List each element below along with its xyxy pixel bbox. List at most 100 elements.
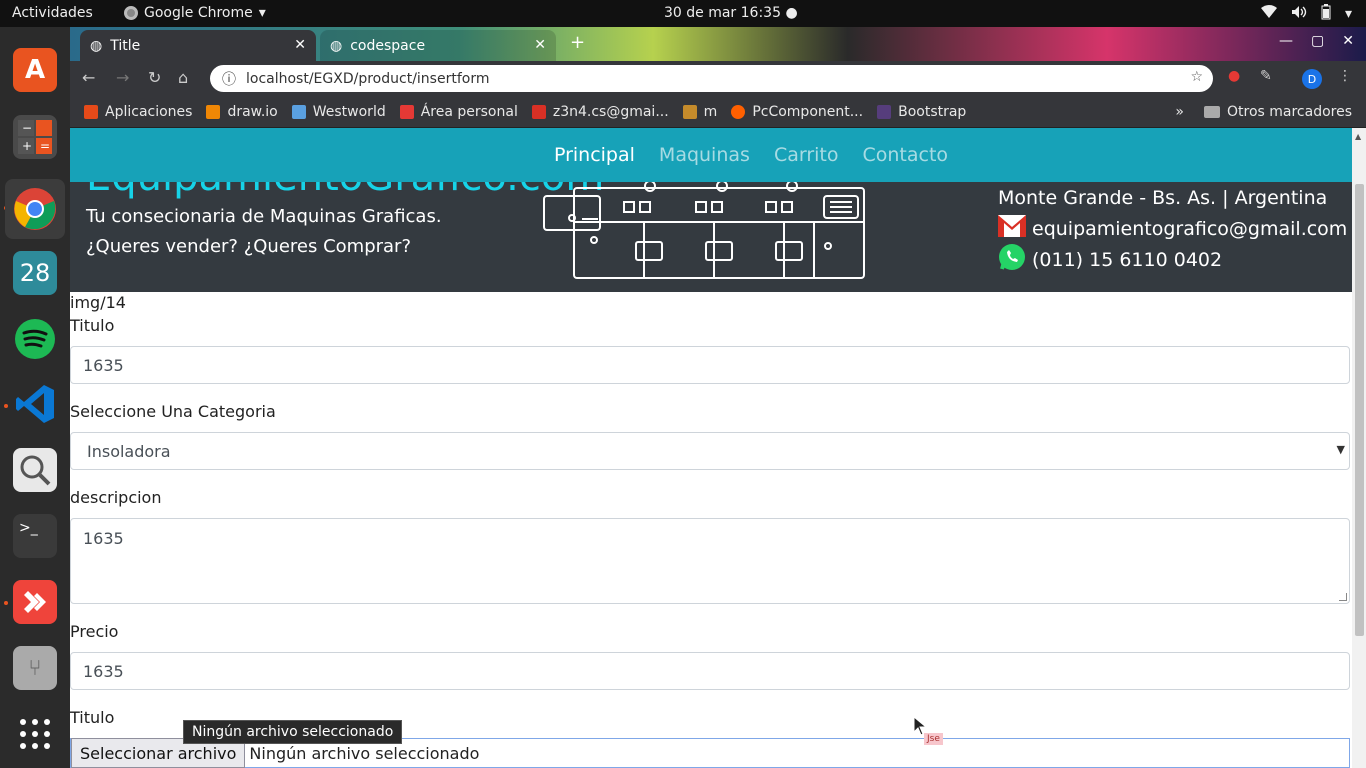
reload-icon[interactable]: ↻	[148, 68, 161, 87]
minimize-icon[interactable]: —	[1279, 33, 1293, 49]
scrollbar-thumb[interactable]	[1355, 184, 1364, 636]
browser-toolbar: ← → ↻ ⌂ ⓘ localhost/EGXD/product/insertf…	[70, 61, 1366, 96]
system-tray[interactable]: ▾	[1260, 4, 1352, 24]
activities-button[interactable]: Actividades	[12, 5, 93, 21]
chrome-icon[interactable]	[5, 179, 65, 239]
bookmark-label: Westworld	[312, 103, 386, 120]
svg-text:−: −	[22, 121, 32, 135]
tab-strip: ◍ Title ✕ ◍ codespace ✕ + — ▢ ✕	[70, 27, 1366, 61]
nav-carrito[interactable]: Carrito	[774, 144, 839, 166]
svg-text:+: +	[22, 139, 32, 153]
tab-title[interactable]: ◍ Title ✕	[80, 30, 316, 61]
email-link[interactable]: equipamientografico@gmail.com	[1032, 218, 1347, 240]
bookmarks-bar: Aplicaciones draw.io Westworld Área pers…	[70, 96, 1366, 128]
url-text: localhost/EGXD/product/insertform	[246, 70, 490, 87]
bootstrap-icon	[877, 104, 892, 119]
calendar-day: 28	[19, 259, 51, 287]
bookmark-westworld[interactable]: Westworld	[291, 103, 386, 120]
site-navbar: Principal Maquinas Carrito Contacto	[70, 128, 1352, 182]
forward-icon[interactable]: →	[116, 68, 129, 87]
search-icon[interactable]	[13, 448, 57, 492]
gmail-icon	[998, 215, 1026, 242]
precio-value: 1635	[83, 661, 124, 681]
spotify-icon[interactable]	[13, 317, 57, 361]
bookmark-area-personal[interactable]: Área personal	[399, 104, 518, 120]
close-window-icon[interactable]: ✕	[1342, 33, 1354, 49]
calculator-icon[interactable]: − + =	[13, 115, 57, 159]
tab-codespace[interactable]: ◍ codespace ✕	[320, 30, 556, 61]
precio-input[interactable]: 1635	[70, 652, 1350, 690]
categoria-value: Insoladora	[87, 441, 171, 461]
apps-grid-icon[interactable]	[13, 712, 57, 756]
profile-avatar[interactable]: D	[1302, 69, 1322, 89]
descripcion-textarea[interactable]: 1635	[70, 518, 1350, 604]
chrome-small-icon	[124, 6, 138, 20]
address-bar[interactable]: ⓘ localhost/EGXD/product/insertform ☆	[210, 65, 1213, 92]
resize-handle-icon[interactable]	[1339, 593, 1347, 601]
vscode-icon[interactable]	[13, 382, 57, 426]
home-icon[interactable]: ⌂	[178, 68, 188, 87]
new-tab-button[interactable]: +	[570, 32, 585, 53]
window-controls: — ▢ ✕	[1279, 33, 1354, 49]
pccomponentes-icon	[731, 104, 746, 119]
close-icon[interactable]: ✕	[534, 37, 546, 53]
bookmark-drawio[interactable]: draw.io	[206, 103, 278, 120]
app-menu[interactable]: Google Chrome ▾	[124, 5, 266, 21]
app-menu-label: Google Chrome	[144, 5, 253, 21]
menu-icon[interactable]: ⋮	[1338, 68, 1352, 84]
nav-maquinas[interactable]: Maquinas	[659, 144, 750, 166]
code-icon	[399, 104, 414, 119]
descripcion-label: descripcion	[70, 488, 162, 507]
chevron-down-icon: ▼	[1336, 443, 1345, 456]
westworld-icon	[291, 104, 306, 119]
precio-label: Precio	[70, 622, 119, 641]
globe-icon: ◍	[90, 37, 103, 54]
phone-link[interactable]: (011) 15 6110 0402	[1032, 249, 1222, 271]
clock[interactable]: 30 de mar 16:35 ●	[664, 5, 798, 21]
cursor-badge: Jse	[924, 733, 943, 745]
globe-icon: ◍	[330, 37, 343, 54]
maximize-icon[interactable]: ▢	[1311, 33, 1324, 49]
more-bookmarks-button[interactable]: »	[1175, 104, 1184, 120]
tagline: Tu consecionaria de Maquinas Graficas.	[86, 206, 442, 227]
bookmark-pccomponentes[interactable]: PcComponent...	[731, 104, 863, 120]
categoria-select[interactable]: Insoladora ▼	[70, 432, 1350, 470]
drawio-icon	[206, 104, 221, 119]
usb-icon[interactable]: ⑂	[13, 646, 57, 690]
notification-dot-icon: ●	[785, 5, 798, 21]
tab-label: codespace	[350, 37, 426, 54]
folder-icon	[1203, 106, 1220, 118]
close-icon[interactable]: ✕	[294, 37, 306, 53]
titulo-input[interactable]: 1635	[70, 346, 1350, 384]
calendar-icon[interactable]: 28	[13, 251, 57, 295]
terminal-icon[interactable]: >_	[13, 514, 57, 558]
system-top-bar: Actividades Google Chrome ▾ 30 de mar 16…	[0, 0, 1366, 27]
bookmark-label: Aplicaciones	[105, 103, 193, 120]
chrome-window: ◍ Title ✕ ◍ codespace ✕ + — ▢ ✕ ← → ↻ ⌂ …	[70, 27, 1366, 768]
bookmark-label: PcComponent...	[752, 103, 864, 120]
whatsapp-icon	[998, 243, 1026, 276]
ubuntu-software-icon[interactable]: A	[13, 48, 57, 92]
clock-label: 30 de mar 16:35	[664, 5, 781, 21]
bookmark-apps[interactable]: Aplicaciones	[84, 104, 192, 120]
bookmark-star-icon[interactable]: ☆	[1190, 69, 1203, 85]
bookmark-bootstrap[interactable]: Bootstrap	[877, 104, 966, 120]
extension-pen-icon[interactable]: ✎	[1260, 68, 1272, 84]
bookmark-gmail[interactable]: z3n4.cs@gmai...	[531, 104, 669, 120]
apps-icon	[84, 104, 98, 119]
nav-principal[interactable]: Principal	[554, 144, 635, 166]
other-bookmarks[interactable]: Otros marcadores	[1203, 104, 1352, 120]
bookmark-label: draw.io	[227, 103, 278, 120]
extension-red-icon[interactable]: ●	[1228, 68, 1240, 84]
categoria-label: Seleccione Una Categoria	[70, 402, 276, 421]
nav-contacto[interactable]: Contacto	[863, 144, 949, 166]
tagline-question: ¿Queres vender? ¿Queres Comprar?	[86, 236, 412, 257]
bookmark-label: m	[703, 103, 718, 120]
back-icon[interactable]: ←	[82, 68, 95, 87]
bookmark-m[interactable]: m	[682, 103, 718, 120]
scroll-up-icon[interactable]: ▲	[1355, 132, 1361, 141]
anydesk-icon[interactable]	[13, 580, 57, 624]
page-scrollbar[interactable]: ▲	[1352, 128, 1366, 768]
other-bookmarks-label: Otros marcadores	[1226, 104, 1352, 120]
titulo-label: Titulo	[70, 316, 115, 335]
